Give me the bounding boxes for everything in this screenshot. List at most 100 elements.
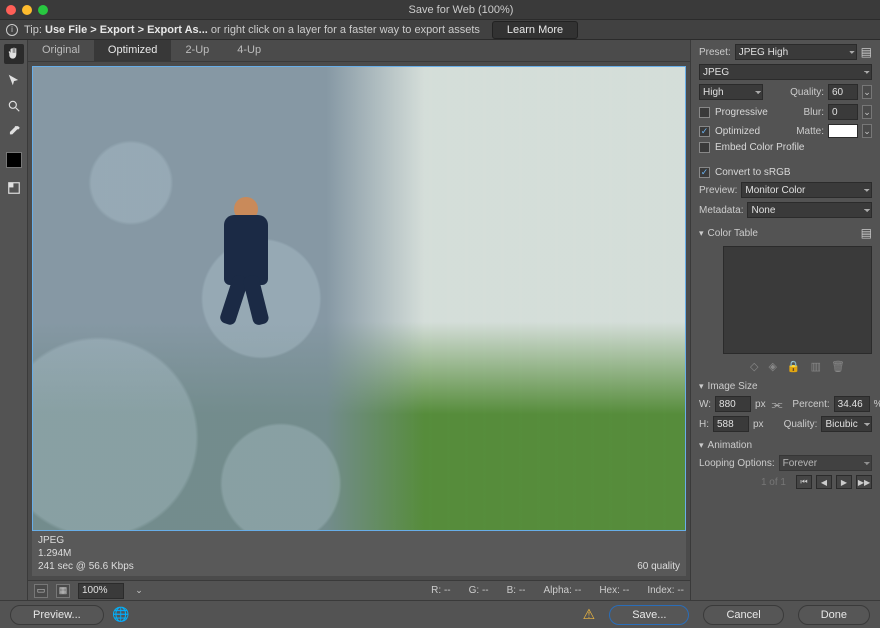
save-button[interactable]: Save... [609, 605, 689, 625]
matte-swatch[interactable] [828, 124, 858, 138]
readout-r: R: -- [431, 585, 450, 596]
optimized-checkbox[interactable]: ✓ Optimized [699, 126, 760, 137]
preset-select[interactable]: JPEG High [735, 44, 857, 60]
resample-select[interactable]: Bicubic [821, 416, 872, 432]
quality-preset-select[interactable]: High [699, 84, 763, 100]
preview-canvas[interactable] [32, 66, 686, 531]
h-label: H: [699, 419, 709, 430]
link-dimensions-icon[interactable]: ⫘ [770, 397, 785, 412]
color-table-buttons: ◇ ◈ 🔒 ▥ 🗑 [723, 360, 872, 373]
done-button[interactable]: Done [798, 605, 870, 625]
blur-input[interactable] [828, 104, 858, 120]
eyedropper-color-swatch[interactable] [6, 152, 22, 168]
readout-hex: Hex: -- [599, 585, 629, 596]
convert-srgb-label: Convert to sRGB [715, 167, 791, 178]
tab-4up[interactable]: 4-Up [223, 40, 275, 61]
canvas-info: JPEG 1.294M 241 sec @ 56.6 Kbps 60 quali… [32, 531, 686, 576]
disclosure-icon[interactable] [699, 228, 704, 239]
slice-select-tool-icon[interactable] [4, 70, 24, 90]
quality-label: Quality: [790, 87, 824, 98]
matte-label: Matte: [796, 126, 824, 137]
info-format: JPEG [38, 534, 134, 547]
animation-label: Animation [708, 440, 752, 451]
percent-input[interactable] [834, 396, 870, 412]
statusbar-btn-2[interactable]: ▦ [56, 584, 70, 598]
format-select[interactable]: JPEG [699, 64, 872, 80]
tip-prefix: Tip: [24, 24, 45, 36]
w-label: W: [699, 399, 711, 410]
blur-stepper-icon[interactable]: ⌄ [862, 105, 872, 119]
quality-input[interactable] [828, 84, 858, 100]
preset-menu-icon[interactable]: ▤ [861, 45, 872, 59]
optimized-label: Optimized [715, 126, 760, 137]
width-input[interactable] [715, 396, 751, 412]
readout-alpha: Alpha: -- [544, 585, 582, 596]
progressive-checkbox[interactable]: Progressive [699, 107, 768, 118]
percent-unit: % [874, 399, 880, 410]
zoom-menu-icon[interactable]: ⌄ [132, 584, 146, 598]
blur-label: Blur: [803, 107, 824, 118]
hand-tool-icon[interactable] [4, 44, 24, 64]
warning-icon[interactable]: ⚠ [583, 606, 596, 623]
embed-profile-checkbox[interactable]: Embed Color Profile [699, 142, 804, 153]
checkbox-icon: ✓ [699, 126, 710, 137]
readout-g: G: -- [469, 585, 489, 596]
tip-bar: i Tip: Use File > Export > Export As... … [0, 20, 880, 40]
zoom-tool-icon[interactable] [4, 96, 24, 116]
learn-more-button[interactable]: Learn More [492, 21, 578, 39]
px-unit: px [755, 399, 766, 410]
percent-label: Percent: [792, 399, 829, 410]
info-icon: i [6, 24, 18, 36]
color-table-box [723, 246, 872, 354]
minimize-window-icon[interactable] [22, 5, 32, 15]
quality-stepper-icon[interactable]: ⌄ [862, 85, 872, 99]
readout-b: B: -- [507, 585, 526, 596]
height-input[interactable] [713, 416, 749, 432]
zoom-input[interactable] [78, 583, 124, 599]
ct-shift-icon[interactable]: ◈ [768, 360, 776, 373]
image-size-label: Image Size [708, 381, 758, 392]
ct-new-icon[interactable]: ▥ [811, 360, 821, 373]
metadata-select[interactable]: None [747, 202, 872, 218]
checkbox-icon [699, 107, 710, 118]
window-title: Save for Web (100%) [48, 4, 874, 16]
right-panel: Preset: JPEG High ▤ JPEG High Quality: ⌄… [690, 40, 880, 600]
browser-preview-icon[interactable]: 🌐 [114, 608, 128, 622]
eyedropper-tool-icon[interactable] [4, 122, 24, 142]
disclosure-icon[interactable] [699, 381, 704, 392]
window-controls [6, 5, 48, 15]
preview-select[interactable]: Monitor Color [741, 182, 872, 198]
preview-button[interactable]: Preview... [10, 605, 104, 625]
disclosure-icon[interactable] [699, 440, 704, 451]
anim-play-icon: ▶ [836, 475, 852, 489]
tab-optimized[interactable]: Optimized [94, 40, 172, 61]
preview-image [33, 67, 685, 530]
ct-select-icon[interactable]: ◇ [750, 360, 758, 373]
center-panel: Original Optimized 2-Up 4-Up JPEG 1.294M… [28, 40, 690, 600]
preset-label: Preset: [699, 47, 731, 58]
tab-2up[interactable]: 2-Up [171, 40, 223, 61]
zoom-window-icon[interactable] [38, 5, 48, 15]
matte-menu-icon[interactable]: ⌄ [862, 124, 872, 138]
ct-trash-icon[interactable]: 🗑 [831, 360, 845, 373]
convert-srgb-checkbox[interactable]: ✓ Convert to sRGB [699, 167, 791, 178]
preview-figure-overlay [216, 197, 276, 337]
titlebar: Save for Web (100%) [0, 0, 880, 20]
ct-lock-icon[interactable]: 🔒 [787, 360, 801, 373]
anim-prev-icon: ◀ [816, 475, 832, 489]
anim-next-icon: ▶▶ [856, 475, 872, 489]
cancel-button[interactable]: Cancel [703, 605, 783, 625]
color-table-label: Color Table [708, 228, 758, 239]
slice-visibility-icon[interactable] [4, 178, 24, 198]
bottom-bar: Preview... 🌐 ⚠ Save... Cancel Done [0, 600, 880, 628]
checkbox-icon: ✓ [699, 167, 710, 178]
view-tabs: Original Optimized 2-Up 4-Up [28, 40, 690, 62]
color-table-menu-icon[interactable]: ▤ [861, 226, 872, 240]
status-bar: ▭ ▦ ⌄ R: -- G: -- B: -- Alpha: -- Hex: -… [28, 580, 690, 600]
looping-select: Forever [779, 455, 872, 471]
tab-original[interactable]: Original [28, 40, 94, 61]
close-window-icon[interactable] [6, 5, 16, 15]
statusbar-btn-1[interactable]: ▭ [34, 584, 48, 598]
readout-index: Index: -- [647, 585, 684, 596]
px-unit: px [753, 419, 764, 430]
